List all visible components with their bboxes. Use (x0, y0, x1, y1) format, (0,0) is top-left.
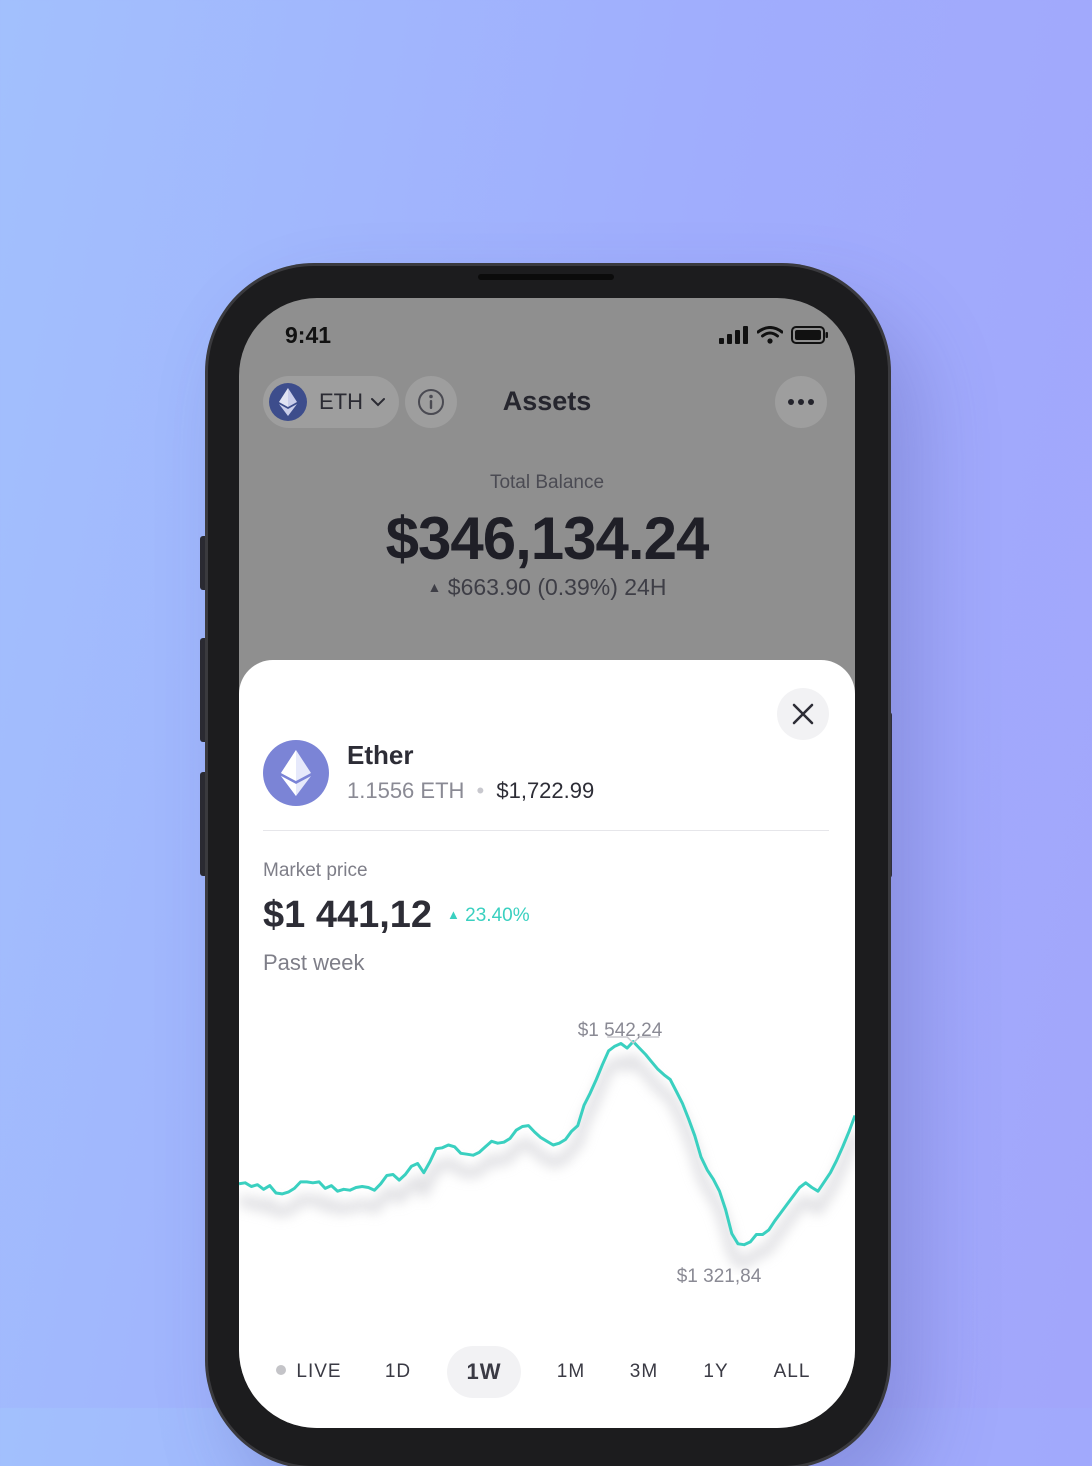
signal-icon (719, 326, 748, 344)
total-balance-label: Total Balance (489, 472, 605, 493)
market-price-period: Past week (263, 950, 365, 975)
close-icon (792, 703, 814, 725)
total-balance-value: $346,134.24 (385, 505, 710, 572)
earpiece (478, 274, 614, 280)
tab-all[interactable]: ALL (763, 1346, 821, 1398)
market-price-change-text: 23.40% (465, 905, 530, 926)
battery-icon (791, 326, 828, 344)
balance-change: ▲ $663.90 (0.39%) 24H (239, 574, 855, 601)
market-price-change: ▲ 23.40% (447, 905, 530, 927)
coin-fiat-value: $1,722.99 (496, 778, 595, 803)
market-price-value: $1 441,12 (263, 894, 433, 936)
balance-change-text: $663.90 (0.39%) 24H (447, 574, 667, 600)
tab-1m[interactable]: 1M (543, 1346, 599, 1398)
chart-line-shadow (239, 1052, 855, 1268)
wifi-icon (757, 326, 783, 344)
volume-down-button (200, 772, 208, 876)
chart-low-label: $1 321,84 (676, 1266, 762, 1287)
chart-line (239, 1040, 855, 1247)
status-icons (719, 326, 829, 344)
more-options-button[interactable] (775, 376, 827, 428)
volume-up-button (200, 638, 208, 742)
coin-holdings: 1.1556 ETH • $1,722.99 (347, 778, 594, 804)
arrow-up-icon: ▲ (447, 907, 460, 922)
phone-screen: 9:41 ETH Assets Total Balance $346,134.2… (239, 298, 855, 1428)
asset-detail-sheet: Ether 1.1556 ETH • $1,722.99 Market pric… (239, 660, 855, 1428)
status-time: 9:41 (285, 322, 332, 348)
tab-1y[interactable]: 1Y (689, 1346, 743, 1398)
tab-live[interactable]: LIVE (269, 1346, 349, 1398)
separator-dot: • (476, 778, 485, 803)
arrow-up-icon: ▲ (427, 579, 442, 595)
page-title: Assets (502, 386, 592, 416)
tab-1d[interactable]: 1D (371, 1346, 425, 1398)
mute-switch (200, 536, 208, 590)
coin-name: Ether (347, 740, 414, 770)
market-price-label: Market price (263, 860, 368, 881)
price-chart[interactable] (239, 1015, 855, 1275)
divider (263, 830, 829, 831)
ether-logo-icon (263, 740, 329, 806)
close-button[interactable] (777, 688, 829, 740)
tab-3m[interactable]: 3M (615, 1346, 673, 1398)
chart-high-label: $1 542,24 (577, 1020, 663, 1041)
timeframe-tabs: LIVE 1D 1W 1M 3M 1Y ALL (239, 1346, 855, 1398)
more-dots-icon (788, 399, 794, 405)
coin-amount: 1.1556 ETH (347, 778, 465, 803)
live-dot-icon (276, 1364, 287, 1375)
top-bar: ETH Assets (239, 376, 855, 428)
tab-1w[interactable]: 1W (447, 1346, 521, 1398)
